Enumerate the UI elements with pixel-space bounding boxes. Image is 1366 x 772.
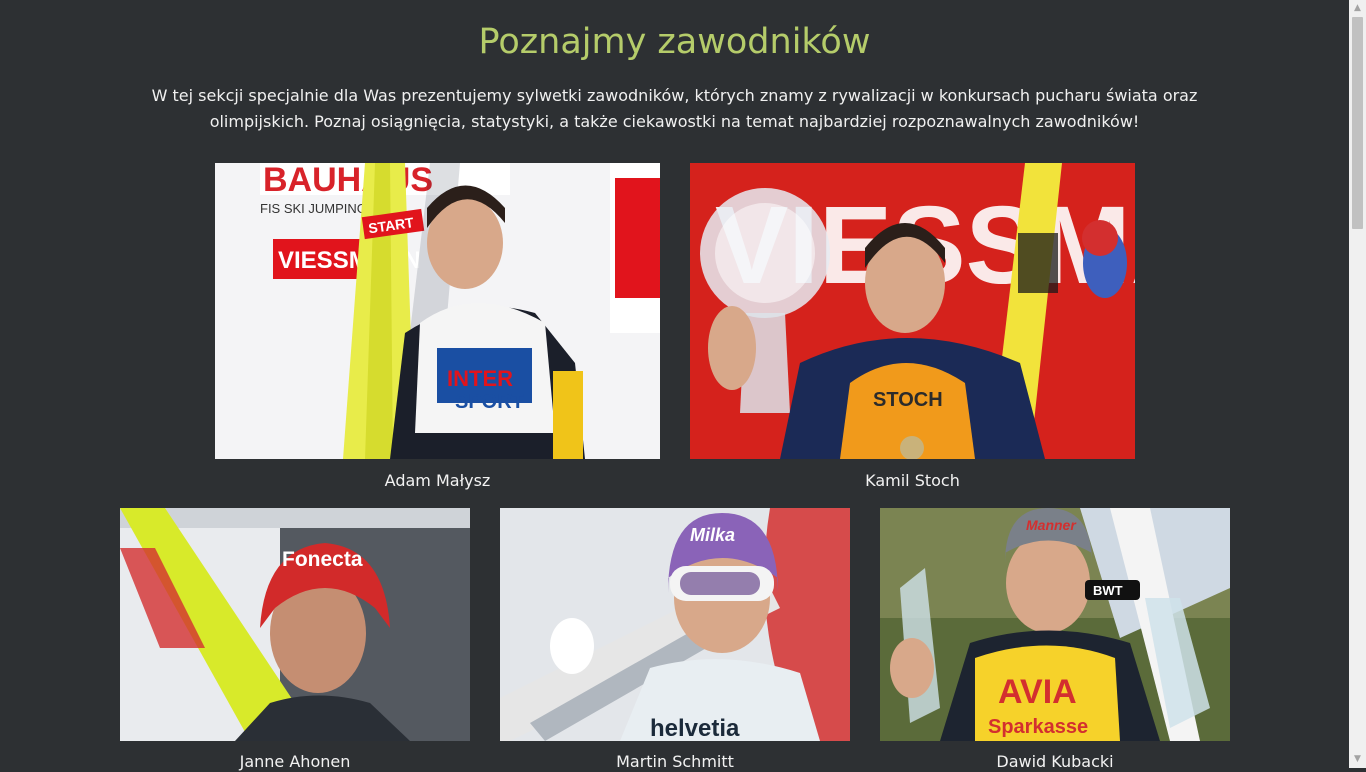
- svg-text:BWT: BWT: [1093, 583, 1123, 598]
- svg-text:Milka: Milka: [690, 525, 735, 545]
- section-intro: W tej sekcji specjalnie dla Was prezentu…: [151, 86, 1198, 131]
- svg-text:Manner: Manner: [1026, 517, 1077, 533]
- athlete-photo[interactable]: VIESSMANN STOCH: [690, 163, 1135, 459]
- scroll-down-arrow-icon[interactable]: ▼: [1349, 751, 1366, 768]
- svg-text:FIS SKI JUMPING: FIS SKI JUMPING: [260, 201, 367, 216]
- svg-text:Sparkasse: Sparkasse: [988, 716, 1088, 738]
- svg-text:Fonecta: Fonecta: [282, 548, 363, 571]
- svg-text:AVIA: AVIA: [998, 673, 1077, 711]
- athlete-card-kubacki[interactable]: Manner BWT AVIA Sparkasse Dawid Kubacki: [880, 508, 1230, 772]
- svg-text:STOCH: STOCH: [873, 389, 943, 411]
- athlete-card-stoch[interactable]: VIESSMANN STOCH Kamil Stoch: [690, 163, 1135, 491]
- athlete-name[interactable]: Kamil Stoch: [690, 471, 1135, 491]
- athlete-photo[interactable]: BAUHAUS FIS SKI JUMPING VIESSMANN START …: [215, 163, 660, 459]
- athlete-photo[interactable]: Manner BWT AVIA Sparkasse: [880, 508, 1230, 741]
- scroll-up-arrow-icon[interactable]: ▲: [1349, 0, 1366, 17]
- athlete-name[interactable]: Martin Schmitt: [500, 752, 850, 772]
- athlete-name[interactable]: Dawid Kubacki: [880, 752, 1230, 772]
- athlete-name[interactable]: Janne Ahonen: [120, 752, 470, 772]
- vertical-scrollbar[interactable]: ▲ ▼: [1349, 0, 1366, 768]
- svg-text:BAUHAUS: BAUHAUS: [263, 163, 433, 199]
- athlete-name[interactable]: Adam Małysz: [215, 471, 660, 491]
- scrollbar-thumb[interactable]: [1352, 17, 1363, 229]
- athlete-card-malysz[interactable]: BAUHAUS FIS SKI JUMPING VIESSMANN START …: [215, 163, 660, 491]
- svg-text:SPORT: SPORT: [455, 391, 524, 413]
- section-title: Poznajmy zawodników: [478, 22, 871, 62]
- athlete-card-schmitt[interactable]: Milka helvetia Martin Schmitt: [500, 508, 850, 772]
- page: Poznajmy zawodników W tej sekcji specjal…: [0, 0, 1349, 771]
- svg-text:helvetia: helvetia: [650, 715, 740, 741]
- athlete-photo[interactable]: Fonecta: [120, 508, 470, 741]
- athlete-photo[interactable]: Milka helvetia: [500, 508, 850, 741]
- athlete-card-ahonen[interactable]: Fonecta Janne Ahonen: [120, 508, 470, 772]
- svg-text:INTER: INTER: [447, 366, 513, 391]
